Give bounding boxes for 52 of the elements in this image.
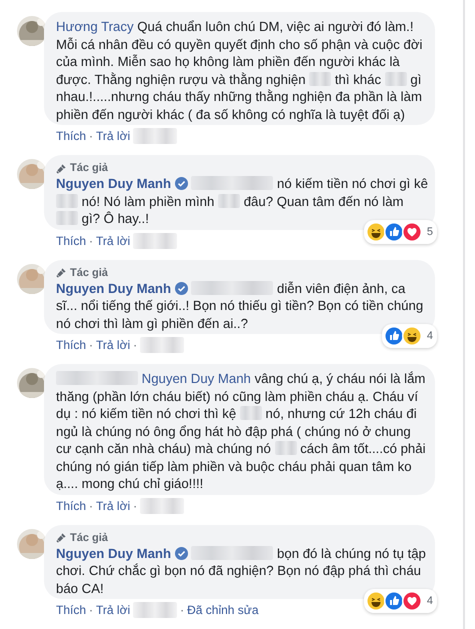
action-link[interactable]: Trả lời <box>96 234 130 248</box>
thumbs-up-icon <box>384 222 404 242</box>
author-label: Tác giả <box>70 162 108 174</box>
separator-dot: · <box>89 603 94 617</box>
laughing-face-icon <box>366 591 386 611</box>
blurred-text <box>133 602 178 618</box>
laughing-face-icon <box>366 222 386 242</box>
laughing-face-icon <box>402 326 422 346</box>
action-link[interactable]: Trả lời <box>96 338 130 352</box>
action-link[interactable]: Thích <box>56 603 86 617</box>
author-label: Tác giả <box>70 266 108 278</box>
blurred-text <box>133 128 178 144</box>
mention-link[interactable]: Nguyen Duy Manh <box>142 371 251 386</box>
author-label: Tác giả <box>70 532 108 544</box>
blurred-text <box>56 194 78 208</box>
author-name[interactable]: Nguyen Duy Manh <box>56 176 172 191</box>
separator-dot: · <box>89 234 94 248</box>
reactions-pill[interactable]: 4 <box>364 589 437 613</box>
thumbs-up-icon <box>384 326 404 346</box>
separator-dot: · <box>133 498 138 512</box>
blurred-text <box>384 72 407 86</box>
blurred-text <box>140 498 184 514</box>
separator-dot: · <box>89 129 94 143</box>
heart-icon <box>402 222 422 242</box>
action-link[interactable]: Trả lời <box>96 498 130 512</box>
action-link[interactable]: Trả lời <box>96 603 130 617</box>
action-link[interactable]: Thích <box>56 129 86 143</box>
reactions-pill[interactable]: 5 <box>364 220 437 244</box>
action-link[interactable]: Thích <box>56 234 86 248</box>
heart-icon <box>402 591 422 611</box>
separator-dot: · <box>133 338 138 352</box>
blurred-text <box>218 194 240 208</box>
blurred-text <box>140 337 184 353</box>
action-link[interactable]: Thích <box>56 498 86 512</box>
blurred-text <box>274 441 297 455</box>
blurred-text <box>240 406 262 420</box>
author-name[interactable]: Nguyen Duy Manh <box>56 280 172 296</box>
separator-dot: · <box>89 498 94 512</box>
comment-text: Nguyen Duy Manh vâng chú ạ, ý cháu nói là lắm thăng (phần lớn cháu biết) nó cũng làm phiền cháu ạ. Cháu ví dụ : nó kiếm tiền nó chơi thì kệ nó, nhưng cứ 12h cháu đi ngủ là chúng nó ông ổng hát hò đập phá ( chúng nó ở chung cư cạnh căn nhà cháu) mà chúng nó cách âm tốt....có phải chúng nó gián tiếp làm phiền và buộc cháu phải quan tâm ko ạ.... mong chú chỉ giáo!!!! <box>56 370 427 492</box>
blurred-text <box>309 72 332 86</box>
author-name[interactable]: Nguyen Duy Manh <box>56 546 172 560</box>
action-link[interactable]: Trả lời <box>96 129 130 143</box>
comment-text: Hương Tracy Quá chuẩn luôn chú DM, việc ai người đó làm.! Mỗi cá nhân đều có quyền quyết định cho số phận và cuộc đời của mình. Miễn sao họ không làm phiền đến người khác là được. Thằng nghiện rượu và thằng nghiện thì khác gì nhau.!.....nhưng cháu thấy những thằng nghiện đa phần là làm phiền đến người khác ( đa số không có nghĩa là tuyệt đối ạ) <box>56 18 424 123</box>
separator-dot: · <box>180 603 184 617</box>
action-link[interactable]: Thích <box>56 338 86 352</box>
thumbs-up-icon <box>384 591 404 611</box>
edited-note: Đã chỉnh sửa <box>187 603 259 617</box>
reactions-pill[interactable]: 4 <box>382 324 437 348</box>
separator-dot: · <box>89 338 94 352</box>
author-name[interactable]: Hương Tracy <box>56 19 134 34</box>
blurred-text <box>133 232 178 248</box>
blurred-text <box>56 211 78 225</box>
